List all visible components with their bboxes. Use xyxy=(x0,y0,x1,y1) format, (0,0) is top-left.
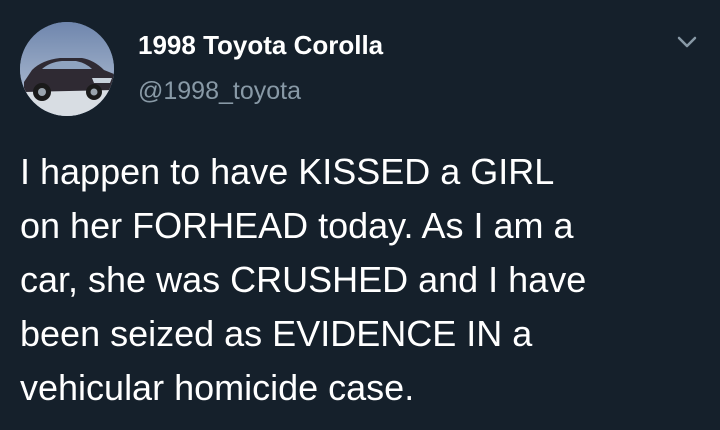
avatar[interactable] xyxy=(20,22,114,116)
tweet-text-line: been seized as EVIDENCE IN a xyxy=(20,313,533,354)
tweet-text-line: vehicular homicide case. xyxy=(20,367,415,408)
username-handle[interactable]: @1998_toyota xyxy=(138,77,301,106)
tweet-text: I happen to have KISSED a GIRL on her FO… xyxy=(20,145,700,415)
tweet-card: 1998 Toyota Corolla @1998_toyota I happe… xyxy=(0,0,720,430)
tweet-text-line: I happen to have KISSED a GIRL xyxy=(20,151,555,192)
tweet-text-line: on her FORHEAD today. As I am a xyxy=(20,205,574,246)
car-photo-avatar xyxy=(20,22,114,116)
tweet-text-line: car, she was CRUSHED and I have xyxy=(20,259,587,300)
display-name[interactable]: 1998 Toyota Corolla xyxy=(138,30,383,61)
chevron-down-icon[interactable] xyxy=(676,34,698,52)
